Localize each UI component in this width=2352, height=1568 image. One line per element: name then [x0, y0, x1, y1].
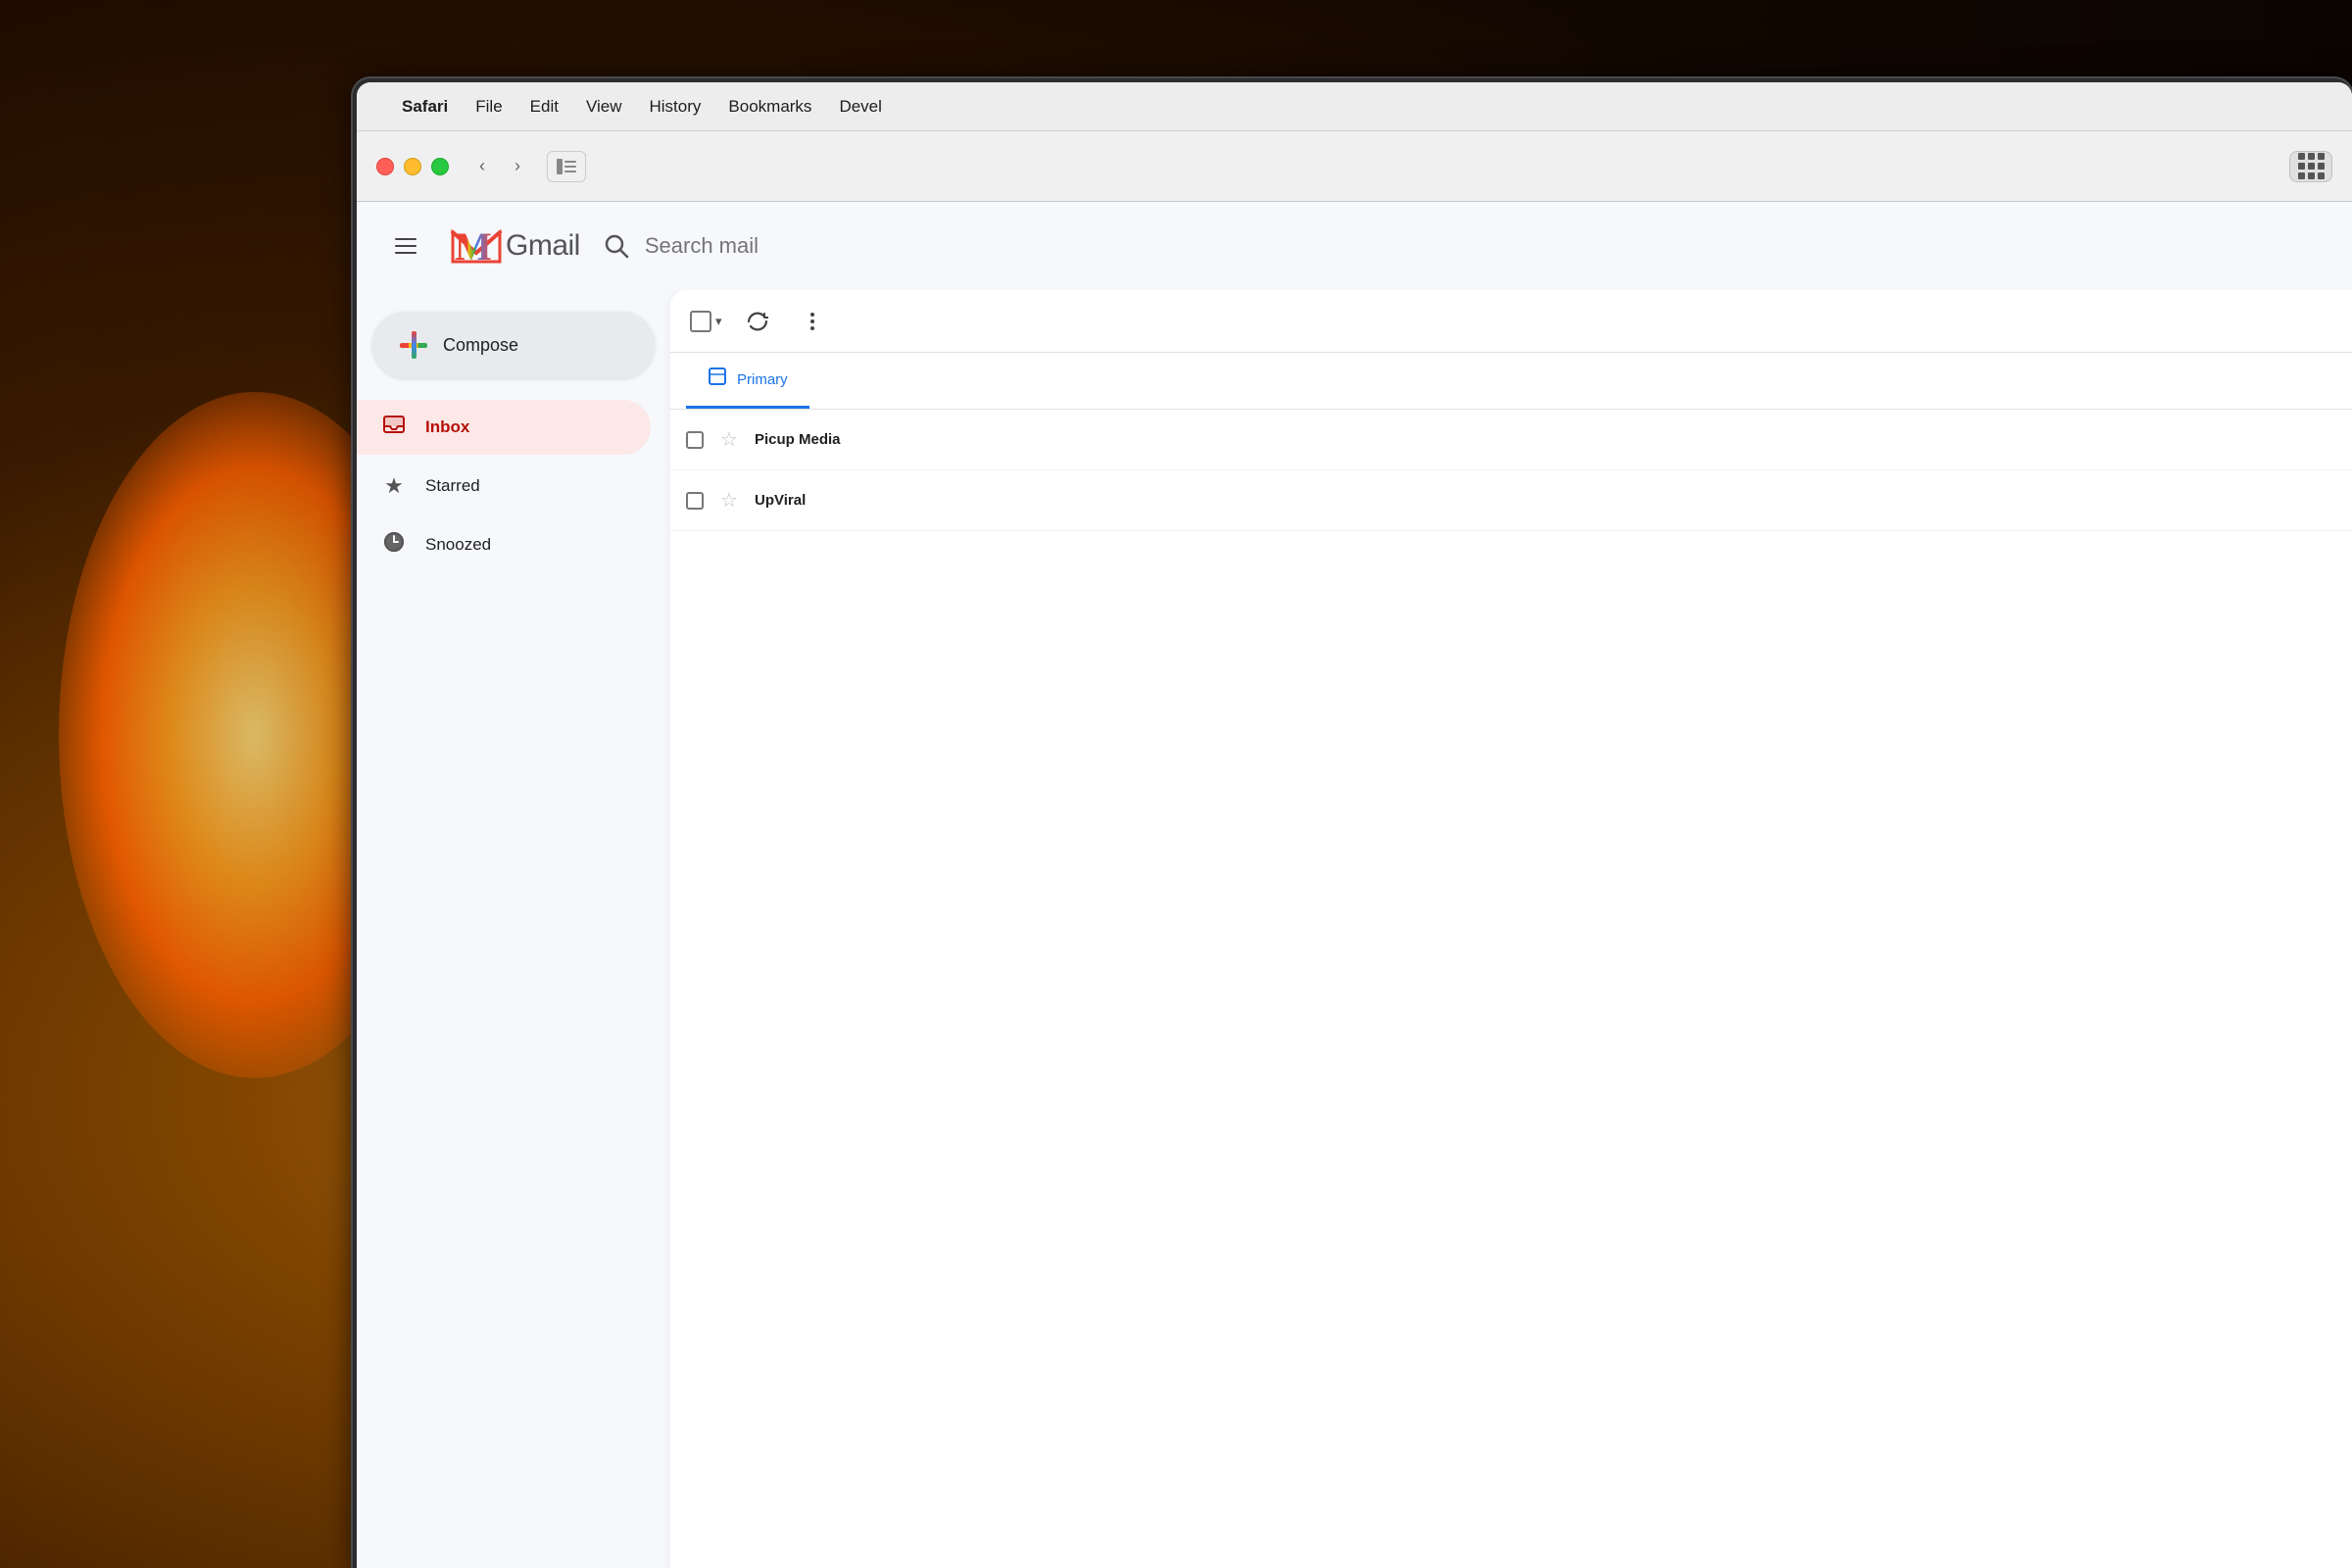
compose-button[interactable]: Compose	[372, 312, 655, 378]
compose-plus-icon	[400, 331, 427, 359]
file-menu-item[interactable]: File	[475, 97, 502, 117]
bookmarks-menu-item[interactable]: Bookmarks	[728, 97, 811, 117]
search-input[interactable]	[645, 233, 1290, 259]
primary-tab-label: Primary	[737, 371, 788, 388]
grid-dots-icon	[2298, 153, 2325, 179]
screen: Safari File Edit View History Bookmarks …	[357, 82, 2352, 1568]
select-dropdown-chevron[interactable]: ▾	[715, 314, 722, 329]
inbox-label: Inbox	[425, 417, 469, 437]
minimize-button[interactable]	[404, 158, 421, 175]
sidebar-item-starred[interactable]: ★ Starred	[357, 459, 651, 514]
refresh-icon	[747, 311, 768, 332]
starred-icon: ★	[380, 473, 408, 499]
primary-tab-icon	[708, 367, 727, 392]
sidebar-item-snoozed[interactable]: Snoozed	[357, 517, 651, 572]
gmail-m-logo: M	[451, 226, 502, 266]
traffic-lights	[376, 158, 449, 175]
gmail-main: ▾	[670, 290, 2352, 1568]
gmail-body: Compose Inbox	[357, 290, 2352, 1568]
more-options-icon	[810, 313, 814, 330]
email-checkbox[interactable]	[686, 431, 704, 449]
sidebar-toggle-icon	[557, 159, 576, 174]
email-row[interactable]: ☆ UpViral	[670, 470, 2352, 531]
email-sender: Picup Media	[755, 431, 951, 448]
tab-primary[interactable]: Primary	[686, 367, 809, 409]
compose-label: Compose	[443, 335, 518, 356]
more-options-button[interactable]	[793, 302, 832, 341]
hamburger-line-2	[395, 245, 416, 247]
gmail-wordmark: Gmail	[506, 229, 580, 263]
back-button[interactable]: ‹	[466, 151, 498, 182]
hamburger-line-1	[395, 238, 416, 240]
hamburger-line-3	[395, 252, 416, 254]
macos-menubar: Safari File Edit View History Bookmarks …	[357, 82, 2352, 131]
email-sender: UpViral	[755, 492, 951, 509]
email-row[interactable]: ☆ Picup Media	[670, 410, 2352, 470]
close-button[interactable]	[376, 158, 394, 175]
safari-menu-item[interactable]: Safari	[402, 97, 448, 117]
sidebar-toggle-button[interactable]	[547, 151, 586, 182]
history-menu-item[interactable]: History	[650, 97, 702, 117]
inbox-icon	[380, 413, 408, 443]
email-checkbox[interactable]	[686, 492, 704, 510]
select-all-checkbox[interactable]	[690, 311, 711, 332]
email-list: ☆ Picup Media ☆ UpViral	[670, 410, 2352, 1568]
safari-toolbar: ‹ ›	[357, 131, 2352, 202]
maximize-button[interactable]	[431, 158, 449, 175]
sidebar-item-inbox[interactable]: Inbox	[357, 400, 651, 455]
gmail-logo-area: M Gmail	[451, 226, 580, 266]
edit-menu-item[interactable]: Edit	[530, 97, 559, 117]
refresh-button[interactable]	[738, 302, 777, 341]
devel-menu-item[interactable]: Devel	[839, 97, 881, 117]
tab-grid-button[interactable]	[2289, 151, 2332, 182]
laptop-frame: Safari File Edit View History Bookmarks …	[353, 78, 2352, 1568]
gmail-sidebar: Compose Inbox	[357, 290, 670, 1568]
hamburger-menu-button[interactable]	[384, 224, 427, 268]
gmail-header: M Gmail	[357, 202, 2352, 290]
star-icon[interactable]: ☆	[717, 488, 741, 513]
search-icon	[604, 233, 629, 259]
forward-button[interactable]: ›	[502, 151, 533, 182]
snoozed-icon	[380, 531, 408, 560]
gmail-content: M Gmail	[357, 202, 2352, 1568]
search-area[interactable]	[604, 233, 1290, 259]
starred-label: Starred	[425, 476, 480, 496]
star-icon[interactable]: ☆	[717, 427, 741, 452]
gmail-tabs: Primary	[670, 353, 2352, 410]
gmail-toolbar: ▾	[670, 290, 2352, 353]
view-menu-item[interactable]: View	[586, 97, 622, 117]
safari-nav-buttons: ‹ ›	[466, 151, 533, 182]
svg-text:M: M	[455, 226, 492, 266]
snoozed-label: Snoozed	[425, 535, 491, 555]
select-all-wrap[interactable]: ▾	[690, 311, 722, 332]
